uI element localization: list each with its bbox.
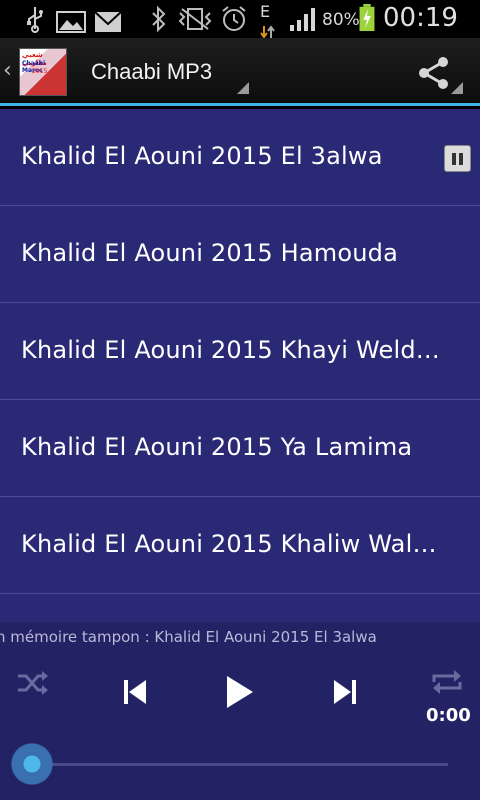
bluetooth-icon: [152, 5, 166, 33]
song-title: Khalid El Aouni 2015 Hamouda: [21, 239, 398, 267]
seek-handle[interactable]: [11, 743, 53, 785]
buffering-status-text: n mémoire tampon : Khalid El Aouni 2015 …: [0, 628, 377, 646]
repeat-icon[interactable]: [430, 668, 464, 696]
shuffle-icon[interactable]: [16, 670, 50, 696]
next-icon[interactable]: [332, 678, 358, 706]
logo-line-3: 2015: [32, 68, 48, 75]
previous-icon[interactable]: [122, 678, 148, 706]
song-title: Khalid El Aouni 2015 El 3alwa: [21, 142, 383, 170]
chevron-left-icon[interactable]: ‹: [3, 58, 12, 83]
clock: 00:19: [383, 3, 458, 33]
song-title: Khalid El Aouni 2015 Khayi Weld…: [21, 336, 440, 364]
action-bar: ‹ شعبي مغاربي Chaabi Maroc 2015 Chaabi M…: [0, 38, 480, 106]
song-title: Khalid El Aouni 2015 Khaliw Wal…: [21, 530, 437, 558]
usb-icon: [27, 7, 43, 33]
battery-percent: 80%: [322, 10, 360, 30]
image-icon: [56, 11, 86, 33]
share-icon[interactable]: [417, 56, 451, 90]
vibrate-icon: [178, 8, 212, 30]
signal-icon: [290, 8, 315, 31]
song-list[interactable]: Khalid El Aouni 2015 El 3alwa Khalid El …: [0, 109, 480, 622]
app-title[interactable]: Chaabi MP3: [91, 59, 212, 85]
pause-icon[interactable]: [444, 145, 471, 172]
seek-bar[interactable]: [32, 763, 448, 766]
action-bar-accent-line: [0, 103, 480, 106]
app-logo[interactable]: شعبي مغاربي Chaabi Maroc 2015: [19, 48, 67, 96]
song-row[interactable]: Khalid El Aouni 2015 El 3alwa: [0, 109, 480, 206]
buffering-status: n mémoire tampon : Khalid El Aouni 2015 …: [0, 628, 480, 650]
song-row[interactable]: Khalid El Aouni 2015 Khayi Weld…: [0, 303, 480, 400]
song-title: Khalid El Aouni 2015 Ya Lamima: [21, 433, 413, 461]
alarm-icon: [222, 6, 246, 31]
share-menu-indicator: [451, 82, 463, 94]
song-row[interactable]: Khalid El Aouni 2015 Ya Lamima: [0, 400, 480, 497]
title-dropdown-indicator: [237, 82, 249, 94]
status-bar: E 80% 00:19: [0, 0, 480, 39]
battery-charging-icon: [359, 4, 375, 32]
song-row[interactable]: Khalid El Aouni 2015 Hamouda: [0, 206, 480, 303]
play-icon[interactable]: [224, 674, 256, 710]
mail-icon: [94, 11, 122, 32]
player-panel: n mémoire tampon : Khalid El Aouni 2015 …: [0, 622, 480, 800]
song-row[interactable]: Khalid El Aouni 2015 Khaliw Wal…: [0, 497, 480, 594]
elapsed-time: 0:00: [426, 705, 471, 726]
